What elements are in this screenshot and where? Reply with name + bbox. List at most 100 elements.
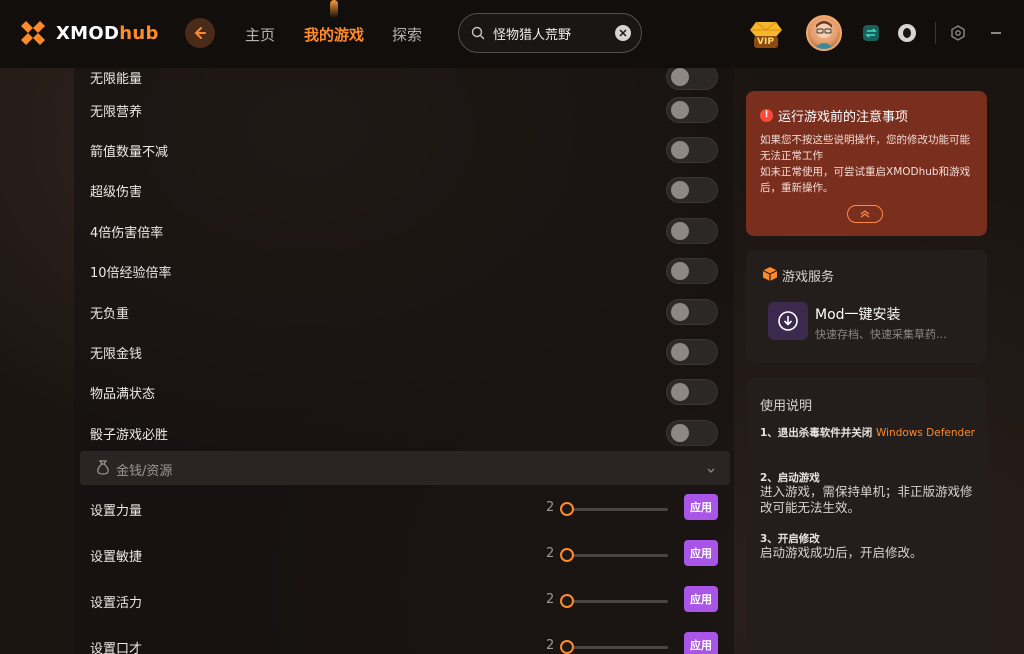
chevron-up-icon: [860, 210, 870, 218]
vip-badge[interactable]: VIP: [748, 16, 784, 52]
toggle-switch[interactable]: [666, 299, 718, 325]
transfer-button[interactable]: [860, 22, 882, 44]
mod-toggle-row: 箭值数量不减: [74, 129, 734, 169]
highlight-text: Windows Defender: [875, 427, 975, 439]
slider-handle[interactable]: [560, 594, 574, 608]
slider-handle[interactable]: [560, 640, 574, 654]
game-service-card: 游戏服务 Mod一键安装 快速存档、快速采集草药...: [746, 250, 987, 363]
avatar-face-icon: [814, 21, 834, 49]
back-button[interactable]: [185, 18, 215, 48]
settings-button[interactable]: [947, 22, 969, 44]
stat-label: 设置力量: [90, 504, 143, 519]
stat-value: 2: [546, 500, 555, 515]
logo-text: XMODhub: [56, 22, 159, 44]
mod-list-panel: 无限能量 无限营养 箭值数量不减 超级伤害 4倍伤害倍率 10倍经验倍率 无负重…: [74, 68, 734, 654]
stat-label: 设置活力: [90, 596, 143, 611]
toggle-switch[interactable]: [666, 218, 718, 244]
slider-track[interactable]: [562, 646, 668, 649]
mod-toggle-row: 10倍经验倍率: [74, 250, 734, 290]
notice-body: 如果您不按这些说明操作，您的修改功能可能无法正常工作 如未正常使用，可尝试重启X…: [760, 132, 976, 196]
slider-handle[interactable]: [560, 502, 574, 516]
guide-step-2-desc: 进入游戏，需保持单机；非正版游戏修改可能无法生效。: [760, 484, 973, 515]
service-title: 游戏服务: [782, 270, 835, 285]
close-icon: [619, 29, 627, 37]
guide-step-1: 1、退出杀毒软件并关闭 Windows Defender: [760, 427, 975, 439]
notice-line: 如果您不按这些说明操作，您的修改功能可能无法正常工作: [760, 134, 970, 162]
slider-track[interactable]: [562, 600, 668, 603]
notice-title: 运行游戏前的注意事项: [778, 110, 909, 125]
toggle-switch[interactable]: [666, 420, 718, 446]
stat-value: 2: [546, 546, 555, 561]
toggle-switch[interactable]: [666, 137, 718, 163]
mod-install-title[interactable]: Mod一键安装: [815, 304, 901, 324]
mod-label: 无负重: [90, 307, 130, 322]
toggle-switch[interactable]: [666, 97, 718, 123]
mod-label: 10倍经验倍率: [90, 266, 172, 281]
logo-mark-icon: [18, 18, 48, 48]
notice-card: ! 运行游戏前的注意事项 如果您不按这些说明操作，您的修改功能可能无法正常工作 …: [746, 91, 987, 236]
apply-button[interactable]: 应用: [684, 632, 718, 654]
stat-label: 设置口才: [90, 642, 143, 654]
clear-search-button[interactable]: [615, 25, 631, 41]
stat-label: 设置敏捷: [90, 550, 143, 565]
community-button[interactable]: [896, 22, 918, 44]
mod-label: 超级伤害: [90, 185, 143, 200]
mod-label: 无限金钱: [90, 347, 143, 362]
slider-track[interactable]: [562, 508, 668, 511]
download-icon: [778, 311, 798, 331]
minimize-button[interactable]: [985, 22, 1007, 44]
toggle-switch[interactable]: [666, 339, 718, 365]
usage-guide-card: 使用说明 1、退出杀毒软件并关闭 Windows Defender 2、启动游戏…: [746, 378, 987, 654]
search-box[interactable]: [458, 13, 642, 53]
guide-step-3-desc: 启动游戏成功后，开启修改。: [760, 545, 923, 560]
search-icon: [471, 26, 485, 40]
slider-track[interactable]: [562, 554, 668, 557]
slider-handle[interactable]: [560, 548, 574, 562]
toggle-switch[interactable]: [666, 177, 718, 203]
mod-toggle-row: 骰子游戏必胜: [74, 412, 734, 452]
mod-toggle-row: 无限营养: [74, 89, 734, 129]
guide-step-2-title: 2、启动游戏: [760, 472, 820, 484]
mod-toggle-row: 无限金钱: [74, 331, 734, 371]
apply-button[interactable]: 应用: [684, 494, 718, 520]
search-input[interactable]: [493, 25, 611, 41]
stat-slider-row: 设置敏捷 2 应用: [74, 534, 734, 574]
stat-slider-row: 设置活力 2 应用: [74, 580, 734, 620]
guide-title: 使用说明: [760, 399, 813, 414]
mod-toggle-row: 无负重: [74, 291, 734, 331]
collapse-button[interactable]: [847, 205, 883, 223]
mod-toggle-row: 物品满状态: [74, 371, 734, 411]
section-header-money[interactable]: 金钱/资源: [80, 451, 730, 485]
mod-toggle-row: 超级伤害: [74, 169, 734, 209]
warning-icon: !: [760, 109, 773, 122]
app-logo[interactable]: XMODhub: [18, 18, 159, 48]
gear-icon: [951, 25, 965, 41]
nav-home[interactable]: 主页: [245, 24, 275, 45]
stat-slider-row: 设置口才 2 应用: [74, 626, 734, 654]
minimize-icon: [991, 32, 1001, 34]
nav-explore[interactable]: 探索: [392, 24, 422, 45]
mod-install-button[interactable]: [768, 302, 808, 340]
stat-value: 2: [546, 592, 555, 607]
toggle-switch[interactable]: [666, 68, 718, 90]
swap-icon: [863, 25, 879, 41]
package-icon: [762, 266, 778, 286]
mod-toggle-row: 4倍伤害倍率: [74, 210, 734, 250]
mod-label: 无限营养: [90, 105, 143, 120]
mod-label: 无限能量: [90, 72, 143, 87]
toggle-switch[interactable]: [666, 258, 718, 284]
toggle-switch[interactable]: [666, 379, 718, 405]
apply-button[interactable]: 应用: [684, 586, 718, 612]
arrow-left-icon: [194, 27, 206, 39]
section-label: 金钱/资源: [116, 464, 173, 479]
qq-icon: [898, 24, 916, 42]
mod-install-subtitle: 快速存档、快速采集草药...: [815, 328, 947, 341]
avatar[interactable]: [806, 15, 842, 51]
mod-label: 4倍伤害倍率: [90, 226, 164, 241]
apply-button[interactable]: 应用: [684, 540, 718, 566]
nav-my-games[interactable]: 我的游戏: [304, 24, 364, 45]
top-bar: XMODhub 主页 我的游戏 探索 VIP: [0, 0, 1024, 68]
divider: [935, 22, 936, 44]
mod-label: 物品满状态: [90, 387, 156, 402]
money-bag-icon: [96, 459, 110, 479]
